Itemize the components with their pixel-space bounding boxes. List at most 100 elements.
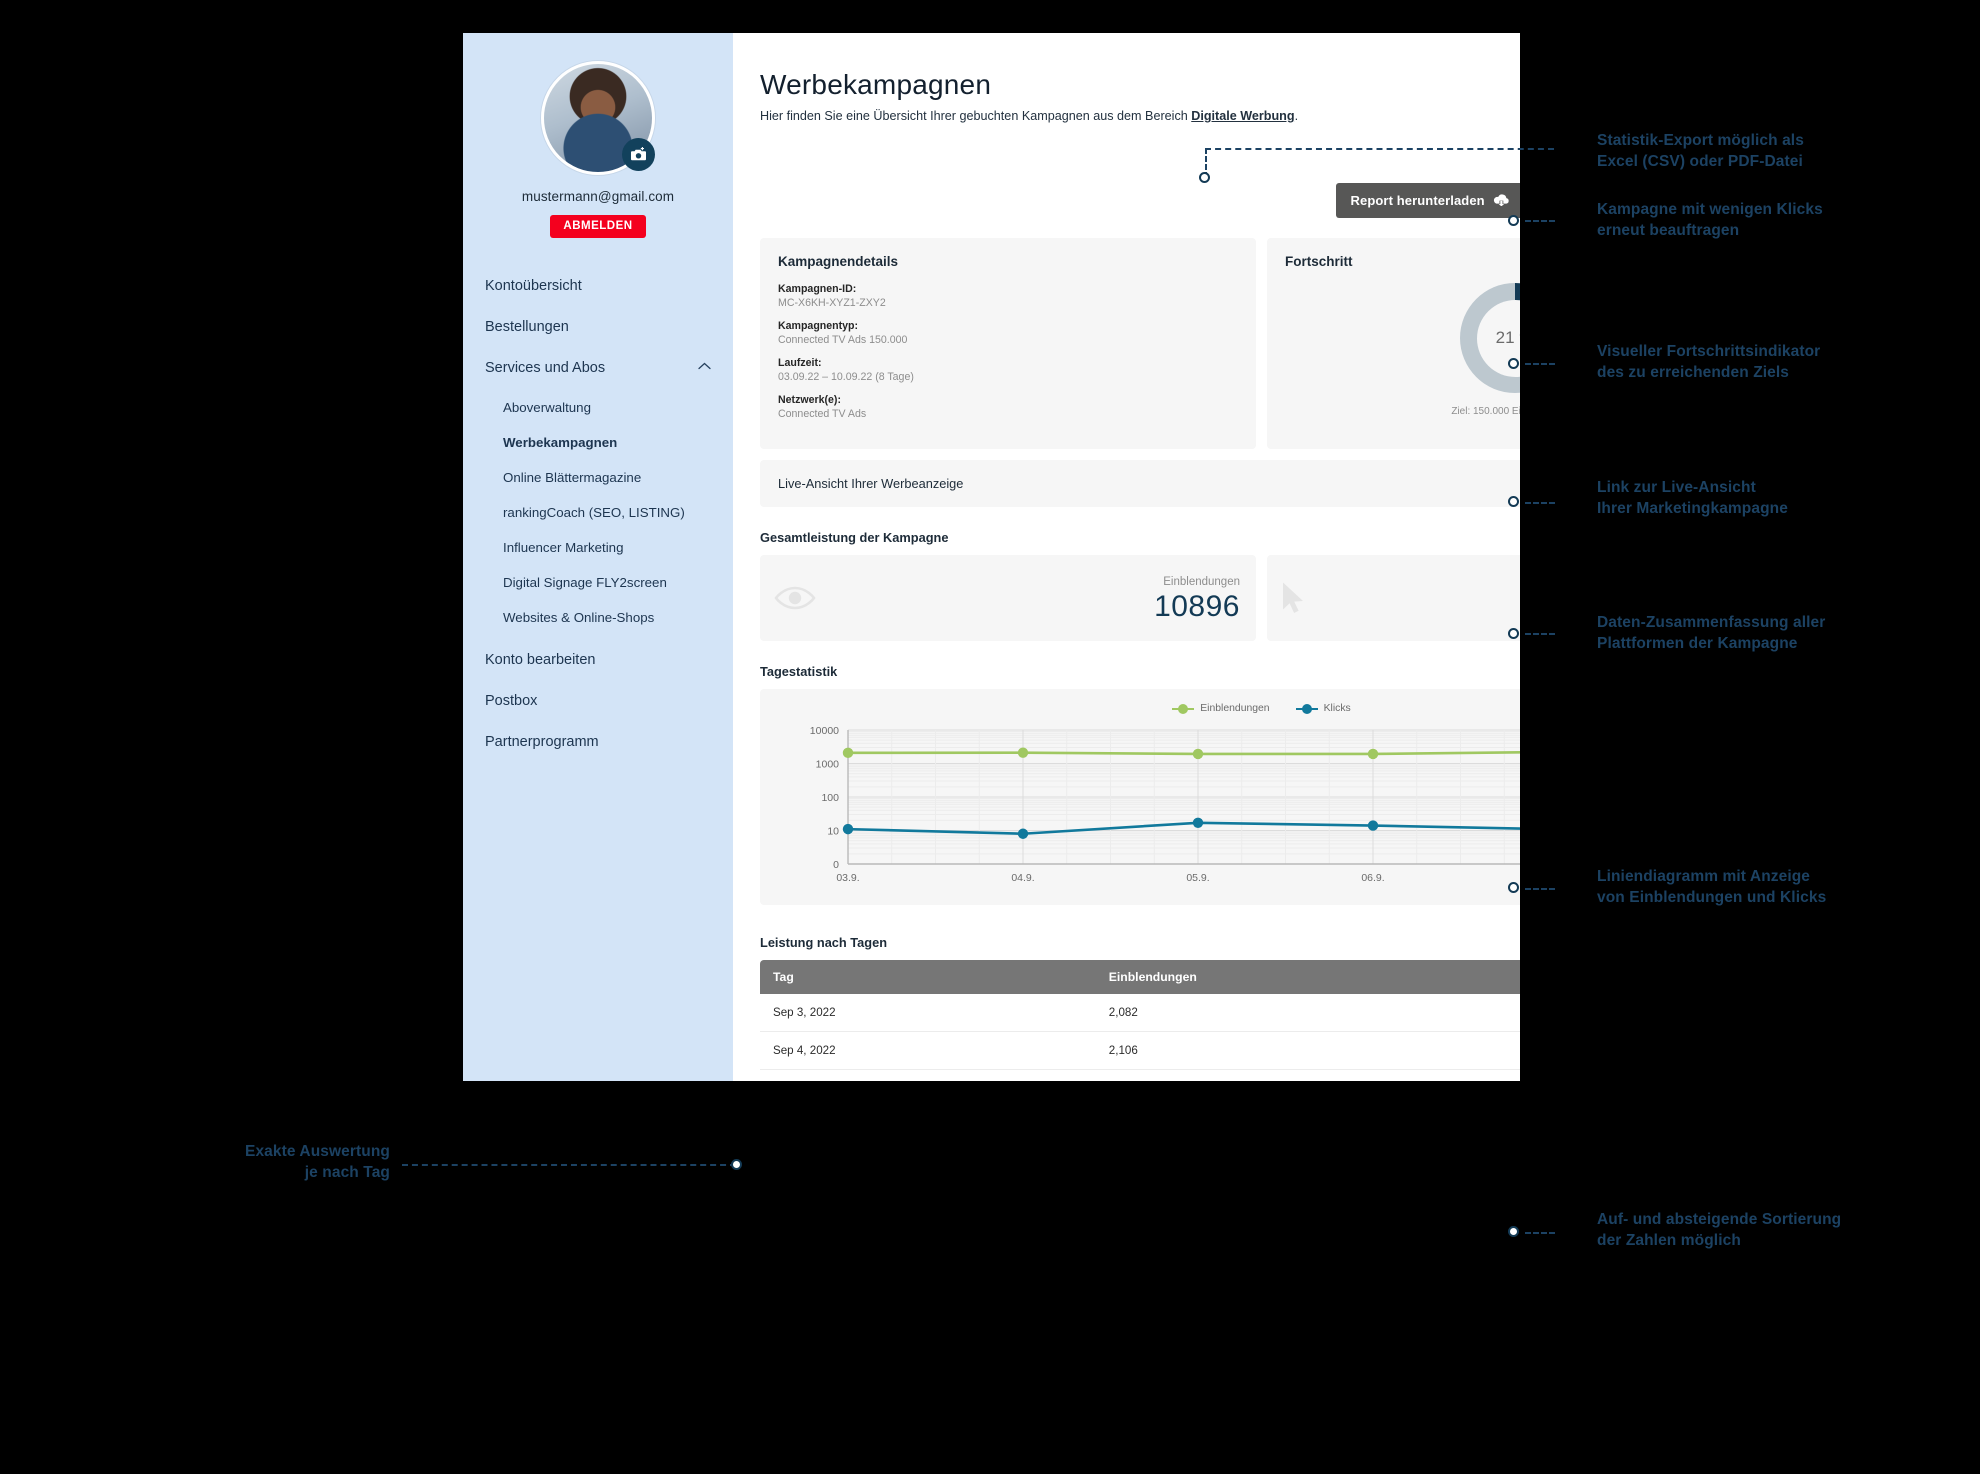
annotation-dot-summary bbox=[1508, 628, 1519, 639]
avatar bbox=[541, 61, 655, 175]
column-header-einblendungen[interactable]: Einblendungen bbox=[1095, 960, 1520, 994]
sidebar-item-rankingcoach[interactable]: rankingCoach (SEO, LISTING) bbox=[463, 500, 733, 525]
progress-caption: Ziel: 150.000 Einblendungen bbox=[1451, 406, 1520, 417]
sidebar-item-postbox[interactable]: Postbox bbox=[463, 687, 733, 715]
table-body: Sep 3, 20222,08211Sep 4, 20222,1068Sep 5… bbox=[760, 994, 1520, 1081]
cursor-arrow-icon bbox=[1281, 581, 1307, 615]
detail-label: Kampagnen-ID: bbox=[778, 283, 857, 295]
screenshot-root: mustermann@gmail.com ABMELDEN Kontoübers… bbox=[0, 0, 1980, 1474]
sidebar-item-services-und-abos[interactable]: Services und Abos bbox=[463, 354, 733, 382]
annotation-sorting: Auf- und absteigende Sortierung der Zahle… bbox=[1597, 1211, 1842, 1250]
page-subtitle-suffix: . bbox=[1294, 109, 1299, 123]
sidebar-item-label: Digital Signage FLY2screen bbox=[503, 575, 667, 590]
page-title: Werbekampagnen bbox=[760, 69, 992, 100]
detail-label: Netzwerk(e): bbox=[778, 394, 841, 406]
live-view-label: Live-Ansicht Ihrer Werbeanzeige bbox=[778, 476, 964, 491]
overall-performance-title: Gesamtleistung der Kampagne bbox=[760, 530, 949, 545]
annotation-dot-reorder bbox=[1508, 215, 1519, 226]
sidebar-item-konto-bearbeiten[interactable]: Konto bearbeiten bbox=[463, 646, 733, 674]
svg-text:100: 100 bbox=[821, 792, 839, 804]
sidebar-nav: Kontoübersicht Bestellungen Services und… bbox=[463, 272, 733, 756]
sidebar-item-label: Kontoübersicht bbox=[485, 278, 582, 294]
svg-text:10000: 10000 bbox=[810, 725, 839, 737]
page-subtitle-text: Hier finden Sie eine Übersicht Ihrer geb… bbox=[760, 109, 1192, 123]
main-content: Werbekampagnen Hier finden Sie eine Über… bbox=[733, 33, 1520, 1081]
detail-campaign-id: Kampagnen-ID: MC-X6KH-XYZ1-ZXY2 bbox=[778, 283, 1238, 309]
legend-item-klicks[interactable]: Klicks bbox=[1295, 703, 1351, 714]
progress-donut-ring: 21 % bbox=[1460, 283, 1520, 393]
annotation-connector-live bbox=[1525, 502, 1555, 504]
sidebar-item-label: Services und Abos bbox=[485, 360, 606, 376]
svg-text:1000: 1000 bbox=[816, 759, 840, 771]
back-to-overview-link[interactable]: ‹ Zurück zur Kampangnen-Übersicht bbox=[760, 135, 1520, 147]
camera-icon[interactable] bbox=[622, 138, 655, 171]
logout-button[interactable]: ABMELDEN bbox=[550, 215, 646, 238]
annotation-progress: Visueller Fortschrittsindikator des zu er… bbox=[1597, 343, 1821, 382]
sidebar-item-label: Konto bearbeiten bbox=[485, 652, 596, 668]
detail-value: Connected TV Ads 150.000 bbox=[778, 334, 908, 346]
annotation-chart: Liniendiagramm mit Anzeige von Einblendun… bbox=[1597, 868, 1827, 907]
table-row: Sep 5, 20221,93217 bbox=[760, 1069, 1520, 1081]
annotation-connector-progress bbox=[1525, 363, 1555, 365]
sidebar-item-online-blaettermagazine[interactable]: Online Blättermagazine bbox=[463, 465, 733, 490]
annotation-dot-live bbox=[1508, 496, 1519, 507]
annotation-dot-chart bbox=[1508, 882, 1519, 893]
sidebar-item-label: rankingCoach (SEO, LISTING) bbox=[503, 505, 685, 520]
sidebar-item-bestellungen[interactable]: Bestellungen bbox=[463, 313, 733, 341]
annotation-dot-exact bbox=[731, 1159, 742, 1170]
live-view-bar[interactable]: Live-Ansicht Ihrer Werbeanzeige bbox=[760, 460, 1520, 507]
annotation-live: Link zur Live-Ansicht Ihrer Marketingkamp… bbox=[1597, 479, 1788, 518]
overall-stats-row: Einblendungen 10896 Klicks 64 bbox=[760, 555, 1520, 641]
performance-table: Tag Einblendungen Klicks Sep 3, 20222,08… bbox=[760, 960, 1520, 1081]
stat-value: 10896 bbox=[1154, 589, 1240, 623]
cell-einblendungen: 2,082 bbox=[1095, 994, 1520, 1032]
sidebar-item-label: Websites & Online-Shops bbox=[503, 610, 655, 625]
table-row: Sep 3, 20222,08211 bbox=[760, 994, 1520, 1032]
table-row: Sep 4, 20222,1068 bbox=[760, 1031, 1520, 1070]
legend-marker bbox=[1172, 703, 1195, 714]
annotation-dot-sorting bbox=[1508, 1226, 1519, 1237]
daily-stats-title: Tagestatistik bbox=[760, 664, 838, 679]
annotation-reorder: Kampagne mit wenigen Klicks erneut beauft… bbox=[1597, 201, 1823, 240]
annotation-dot-progress bbox=[1508, 358, 1519, 369]
annotation-connector-chart bbox=[1525, 888, 1555, 890]
detail-value: 03.09.22 – 10.09.22 (8 Tage) bbox=[778, 371, 914, 383]
progress-title: Fortschritt bbox=[1285, 254, 1353, 269]
annotation-connector-exact bbox=[402, 1164, 736, 1166]
cloud-download-icon bbox=[1493, 193, 1510, 209]
stat-card-clicks: Klicks 64 bbox=[1267, 555, 1520, 641]
legend-label: Klicks bbox=[1323, 703, 1351, 714]
stat-label: Einblendungen bbox=[1163, 575, 1240, 588]
sidebar-item-label: Influencer Marketing bbox=[503, 540, 624, 555]
sidebar-item-digital-signage[interactable]: Digital Signage FLY2screen bbox=[463, 570, 733, 595]
sidebar-item-label: Online Blättermagazine bbox=[503, 470, 642, 485]
table-header-row: Tag Einblendungen Klicks bbox=[760, 960, 1520, 994]
action-buttons: Report herunterladen Kampagne erneut bes… bbox=[760, 183, 1520, 218]
svg-text:04.9.: 04.9. bbox=[1011, 872, 1034, 884]
cell-tag: Sep 3, 2022 bbox=[760, 994, 1096, 1032]
annotation-export: Statistik-Export möglich als Excel (CSV) … bbox=[1597, 132, 1804, 171]
digitale-werbung-link[interactable]: Digitale Werbung bbox=[1191, 109, 1294, 123]
download-report-button[interactable]: Report herunterladen bbox=[1335, 183, 1520, 218]
cell-tag: Sep 5, 2022 bbox=[760, 1069, 1096, 1081]
progress-panel: Fortschritt 21 % Ziel: 150.000 Einblendu… bbox=[1267, 238, 1520, 449]
legend-marker bbox=[1295, 703, 1318, 714]
sidebar-item-websites-online-shops[interactable]: Websites & Online-Shops bbox=[463, 605, 733, 630]
sidebar-item-label: Partnerprogramm bbox=[485, 734, 599, 750]
svg-text:03.9.: 03.9. bbox=[836, 872, 859, 884]
page-subtitle: Hier finden Sie eine Übersicht Ihrer geb… bbox=[760, 109, 1520, 123]
detail-networks: Netzwerk(e): Connected TV Ads bbox=[778, 394, 1238, 420]
stat-card-impressions: Einblendungen 10896 bbox=[760, 555, 1256, 641]
annotation-connector-summary bbox=[1525, 633, 1555, 635]
sidebar-item-aboverwaltung[interactable]: Aboverwaltung bbox=[463, 395, 733, 420]
sidebar-item-kontoubersicht[interactable]: Kontoübersicht bbox=[463, 272, 733, 300]
detail-label: Laufzeit: bbox=[778, 357, 822, 369]
column-header-tag[interactable]: Tag bbox=[760, 960, 1096, 994]
sidebar-item-partnerprogramm[interactable]: Partnerprogramm bbox=[463, 728, 733, 756]
sidebar-item-influencer-marketing[interactable]: Influencer Marketing bbox=[463, 535, 733, 560]
sidebar-item-label: Werbekampagnen bbox=[503, 435, 618, 450]
chevron-up-icon bbox=[698, 361, 711, 373]
sidebar-item-werbekampagnen[interactable]: Werbekampagnen bbox=[463, 430, 733, 455]
legend-item-einblendungen[interactable]: Einblendungen bbox=[1172, 703, 1270, 714]
detail-value: Connected TV Ads bbox=[778, 408, 867, 420]
